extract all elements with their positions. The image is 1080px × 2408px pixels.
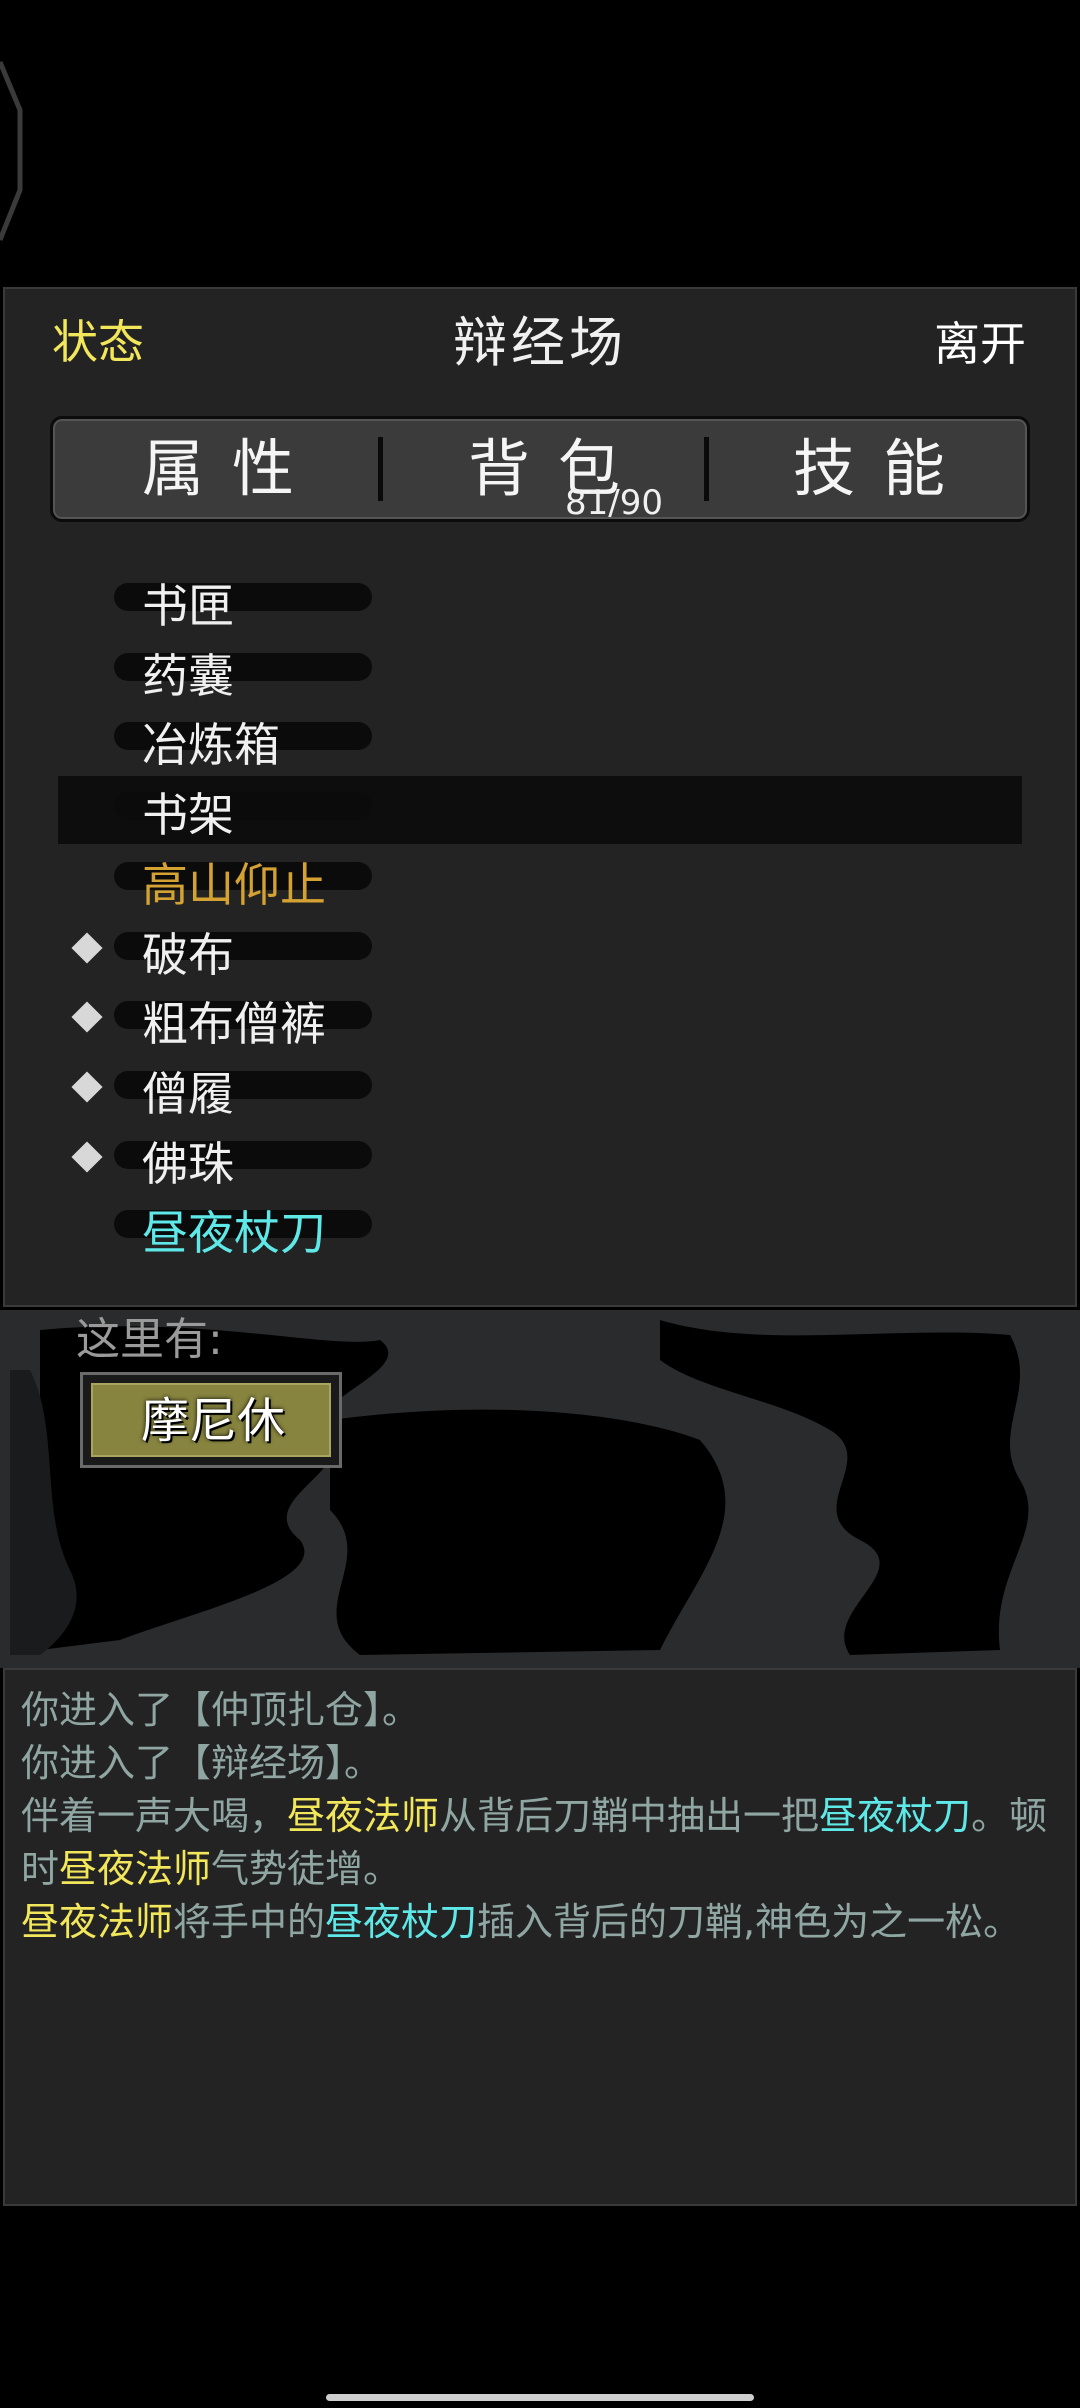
equipped-diamond-icon: [71, 932, 103, 964]
inventory-item[interactable]: 高山仰止: [58, 846, 1022, 914]
log-line: 伴着一声大喝，昼夜法师从背后刀鞘中抽出一把昼夜杖刀。顿时昼夜法师气势徒增。: [21, 1790, 1059, 1896]
tab-attributes[interactable]: 属性: [58, 419, 378, 519]
equipped-diamond-icon: [71, 1001, 103, 1033]
log-text: 气势徒增。: [211, 1847, 402, 1891]
log-text: 从背后刀鞘中抽出一把: [439, 1794, 820, 1838]
tab-bar: 属性 背包 技能: [50, 416, 1030, 522]
inventory-item[interactable]: 昼夜杖刀: [58, 1194, 1022, 1262]
item-label: 冶炼箱: [142, 718, 280, 772]
log-line: 昼夜法师将手中的昼夜杖刀插入背后的刀鞘,神色为之一松。: [21, 1896, 1059, 1949]
npc-button[interactable]: 摩尼休: [80, 1372, 342, 1468]
inventory-item[interactable]: 佛珠: [58, 1125, 1022, 1193]
inventory-item[interactable]: 粗布僧裤: [58, 985, 1022, 1053]
message-log: 你进入了【仲顶扎仓】。 你进入了【辩经场】。 伴着一声大喝，昼夜法师从背后刀鞘中…: [3, 1668, 1077, 2206]
inventory-item[interactable]: 书架: [58, 776, 1022, 844]
here-label: 这里有:: [76, 1314, 223, 1365]
npc-button-face: 摩尼休: [91, 1383, 331, 1457]
inventory-item[interactable]: 破布: [58, 916, 1022, 984]
item-label: 药囊: [142, 649, 234, 703]
item-name-highlight: 昼夜杖刀: [325, 1900, 478, 1944]
npc-name: 摩尼休: [140, 1393, 285, 1449]
log-text: 插入背后的刀鞘,神色为之一松。: [477, 1900, 1022, 1944]
npc-name-highlight: 昼夜法师: [287, 1794, 440, 1838]
equipped-diamond-icon: [71, 1141, 103, 1173]
log-text: 将手中的: [173, 1900, 326, 1944]
log-line: 你进入了【仲顶扎仓】。: [21, 1688, 421, 1732]
npc-name-highlight: 昼夜法师: [59, 1847, 212, 1891]
item-label: 书匣: [142, 579, 234, 633]
hexagon-outline-icon: [0, 61, 23, 241]
item-label: 高山仰止: [142, 858, 326, 912]
home-indicator[interactable]: [326, 2394, 754, 2401]
log-line: 你进入了【辩经场】。: [21, 1741, 383, 1785]
item-label: 破布: [142, 928, 234, 982]
inventory-item[interactable]: 僧履: [58, 1055, 1022, 1123]
inventory-item[interactable]: 书匣: [58, 567, 1022, 635]
location-title: 辩经场: [453, 311, 627, 374]
inventory-item[interactable]: 冶炼箱: [58, 706, 1022, 774]
item-label: 粗布僧裤: [142, 997, 326, 1051]
leave-button[interactable]: 离开: [934, 308, 1026, 374]
item-label: 佛珠: [142, 1137, 234, 1191]
tab-skills[interactable]: 技能: [709, 419, 1029, 519]
backpack-capacity: 81/90: [565, 483, 663, 523]
item-name-highlight: 昼夜杖刀: [819, 1794, 972, 1838]
tab-divider: [378, 437, 383, 501]
item-label: 僧履: [142, 1067, 234, 1121]
equipped-diamond-icon: [71, 1071, 103, 1103]
inventory-item[interactable]: 药囊: [58, 637, 1022, 705]
npc-name-highlight: 昼夜法师: [21, 1900, 174, 1944]
item-label: 书架: [142, 788, 234, 842]
log-text: 伴着一声大喝，: [21, 1794, 288, 1838]
item-label: 昼夜杖刀: [142, 1206, 326, 1260]
